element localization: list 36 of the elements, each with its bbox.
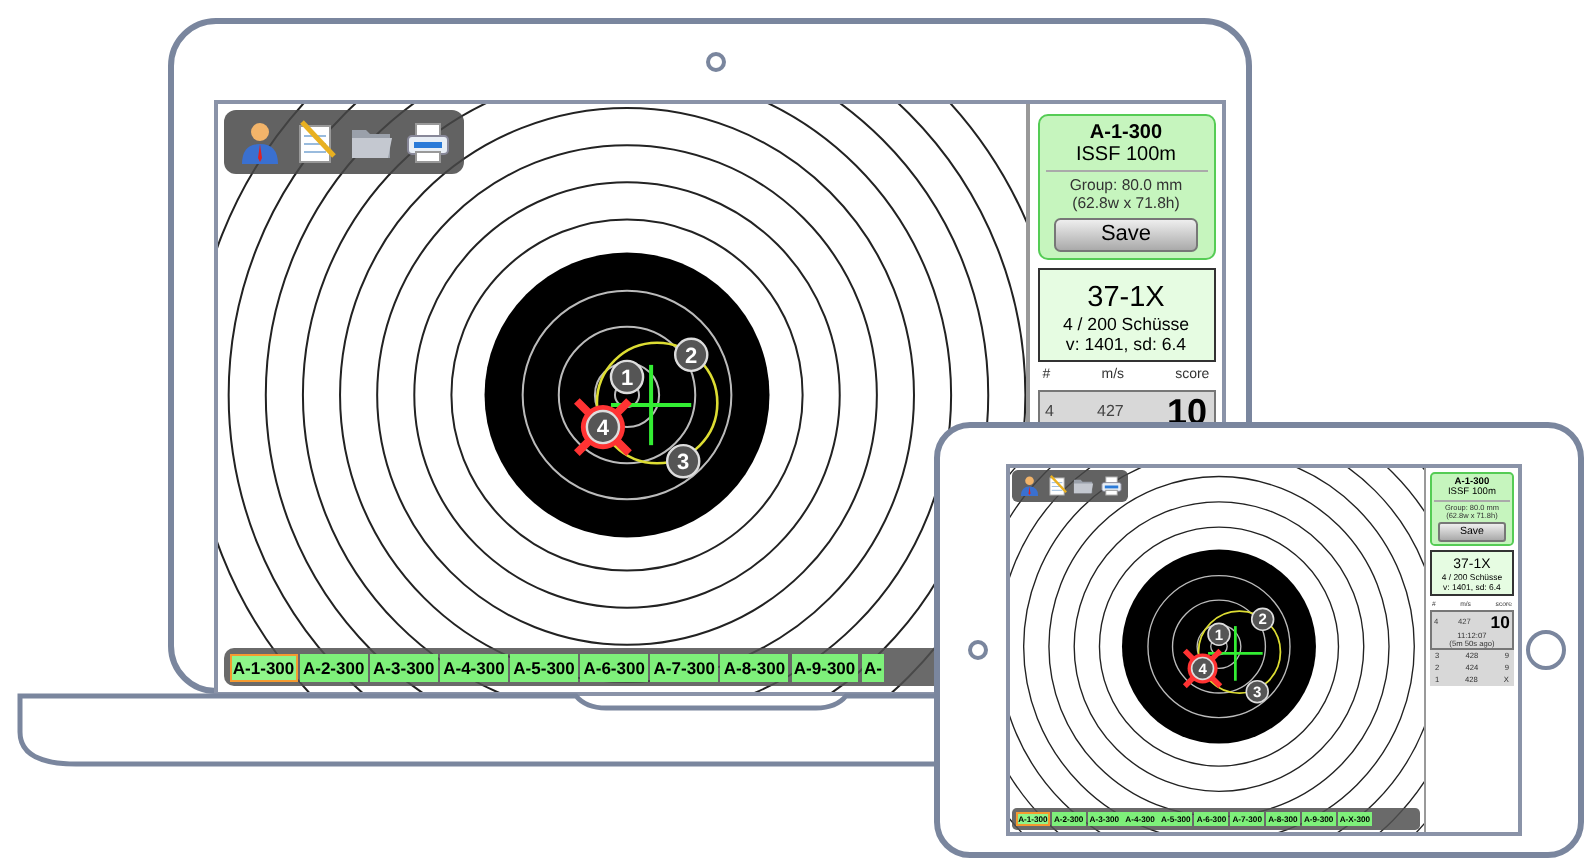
save-button[interactable]: Save [1054, 217, 1198, 253]
person-icon[interactable] [1018, 474, 1042, 498]
tab[interactable]: A-2-300 [300, 653, 368, 681]
tab[interactable]: A- [861, 653, 885, 681]
tab[interactable]: A-5-300 [510, 653, 578, 681]
shot-number: 4 [1045, 402, 1054, 421]
tab[interactable]: A-4-300 [440, 653, 508, 681]
velocity-stats: v: 1401, sd: 6.4 [1065, 333, 1187, 354]
camera-icon [968, 640, 988, 660]
printer-icon[interactable] [404, 118, 452, 166]
person-icon[interactable] [236, 118, 284, 166]
shot-marker[interactable]: 1 [1207, 622, 1231, 647]
total-score: 37-1X [1087, 281, 1165, 314]
shot-marker[interactable]: 4 [1182, 647, 1224, 689]
tab[interactable]: A-1-300 [230, 653, 298, 681]
tab[interactable]: A-9-300 [791, 653, 859, 681]
tab[interactable]: A-3-300 [370, 653, 438, 681]
camera-icon [706, 52, 726, 72]
center-cross [610, 364, 692, 446]
shot-score: 10 [1490, 613, 1510, 632]
group-circle [1197, 610, 1282, 694]
folder-icon[interactable] [1072, 474, 1096, 498]
tab[interactable]: A-7-300 [650, 653, 718, 681]
printer-icon[interactable] [1099, 474, 1123, 498]
center-cross [1208, 626, 1263, 681]
notepad-pencil-icon[interactable] [1045, 474, 1069, 498]
shot-speed: 427 [1097, 402, 1124, 421]
shot-marker[interactable]: 2 [1250, 607, 1275, 632]
target-title: A-1-300 [1089, 121, 1163, 143]
tab[interactable]: A-8-300 [720, 653, 788, 681]
shot-count: 4 / 200 Schüsse [1062, 313, 1190, 334]
tab[interactable]: A-6-300 [580, 653, 648, 681]
shot-marker[interactable]: 3 [1245, 679, 1269, 704]
shot-marker[interactable]: 1 [609, 359, 645, 395]
discipline-label: ISSF 100m [1075, 143, 1177, 165]
home-button[interactable] [1526, 630, 1566, 670]
